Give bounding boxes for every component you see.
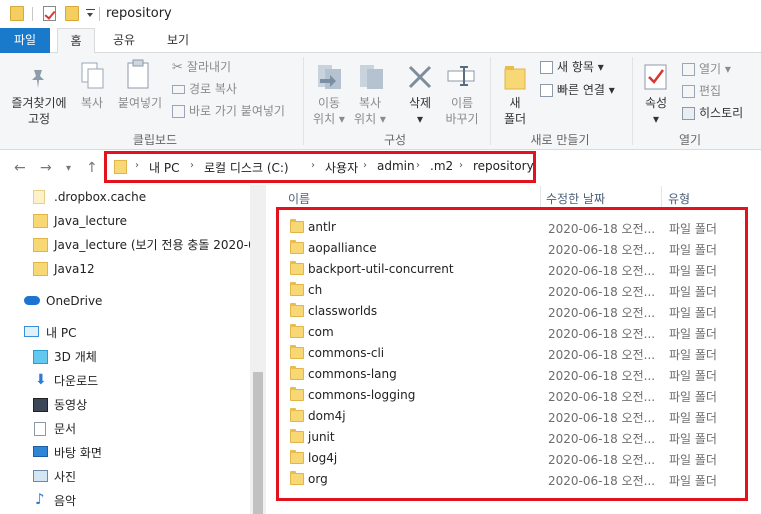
column-name[interactable]: 이름 — [288, 190, 310, 207]
pin-icon — [32, 70, 44, 88]
group-separator — [632, 57, 633, 145]
group-separator — [490, 57, 491, 145]
copy-to-icon — [360, 65, 383, 89]
path-icon — [172, 85, 185, 94]
tab-file[interactable]: 파일 — [0, 28, 50, 53]
delete-icon — [408, 65, 432, 89]
back-arrow-icon[interactable]: ← — [14, 160, 26, 176]
pictures-icon — [33, 470, 48, 482]
folder-icon — [114, 160, 127, 174]
highlight-box — [276, 207, 748, 501]
edit-icon — [682, 85, 695, 98]
column-headers: 이름 수정한 날짜 유형 — [282, 186, 761, 208]
crumb-m2[interactable]: .m2 — [430, 159, 453, 173]
edit-button[interactable]: 편집 — [682, 83, 721, 99]
breadcrumb-chevron-icon[interactable]: › — [190, 160, 194, 171]
easy-access-button[interactable]: 빠른 연결 ▾ — [540, 82, 615, 98]
group-separator — [303, 57, 304, 145]
title-bar: repository — [0, 0, 761, 28]
breadcrumb-chevron-icon[interactable]: › — [416, 160, 420, 171]
download-icon: ⬇ — [35, 372, 47, 388]
organize-group-label: 구성 — [383, 133, 407, 147]
new-item-icon — [540, 61, 553, 74]
column-divider[interactable] — [540, 186, 541, 208]
rename-button[interactable]: 이름 바꾸기 — [440, 95, 484, 127]
breadcrumb-chevron-icon[interactable]: › — [363, 160, 367, 171]
tab-home[interactable]: 홈 — [57, 28, 95, 54]
sync-folder-icon — [33, 238, 48, 252]
delete-button[interactable]: 삭제 ▾ — [403, 95, 437, 127]
address-bar[interactable]: › 내 PC › 로컬 디스크 (C:) › 사용자 › admin › .m2… — [104, 151, 536, 183]
crumb-this-pc[interactable]: 내 PC — [149, 159, 179, 176]
music-icon: ♪ — [35, 490, 45, 508]
new-item-button[interactable]: 새 항목 ▾ — [540, 59, 604, 75]
properties-check-icon[interactable] — [43, 6, 56, 21]
video-icon — [33, 398, 48, 412]
pin-to-quick-access-button[interactable]: 즐겨찾기에 고정 — [4, 95, 74, 127]
new-group-label: 새로 만들기 — [530, 133, 590, 147]
breadcrumb-chevron-icon[interactable]: › — [459, 160, 463, 171]
separator — [99, 7, 100, 21]
window-title: repository — [106, 6, 172, 21]
clipboard-group-label: 클립보드 — [132, 133, 178, 147]
history-icon — [682, 107, 695, 120]
open-button[interactable]: 열기 ▾ — [682, 61, 731, 77]
up-arrow-icon[interactable]: ↑ — [86, 160, 98, 176]
copy-icon — [81, 62, 104, 89]
scissors-icon: ✂ — [172, 60, 183, 75]
breadcrumb-chevron-icon[interactable]: › — [311, 160, 315, 171]
move-to-icon — [318, 65, 341, 89]
open-icon — [682, 63, 695, 76]
crumb-admin[interactable]: admin — [377, 159, 415, 173]
properties-button[interactable]: 속성 ▾ — [638, 95, 674, 127]
copy-path-button[interactable]: 경로 복사 — [172, 81, 237, 97]
folder-icon — [33, 190, 45, 204]
crumb-local-disk[interactable]: 로컬 디스크 (C:) — [204, 159, 289, 176]
open-group-label: 열기 — [678, 133, 702, 147]
shortcut-icon — [172, 105, 185, 118]
customize-toolbar-chevron-icon[interactable] — [86, 9, 95, 19]
column-divider[interactable] — [661, 186, 662, 208]
forward-arrow-icon[interactable]: → — [40, 160, 52, 176]
computer-icon — [24, 326, 39, 337]
copy-button[interactable]: 복사 — [76, 95, 108, 111]
paste-button[interactable]: 붙여넣기 — [112, 95, 168, 111]
document-icon — [34, 422, 46, 436]
crumb-users[interactable]: 사용자 — [325, 159, 358, 176]
sync-folder-icon — [33, 214, 48, 228]
copy-to-button[interactable]: 복사 위치 ▾ — [350, 95, 390, 127]
ribbon-tabs: 파일 홈 공유 보기 — [0, 28, 761, 54]
ribbon: 즐겨찾기에 고정 복사 붙여넣기 ✂ 잘라내기 경로 복사 바로 가기 붙여넣기 … — [0, 53, 761, 150]
new-folder-icon — [504, 66, 526, 90]
cut-button[interactable]: ✂ 잘라내기 — [172, 59, 231, 75]
column-date-modified[interactable]: 수정한 날짜 — [546, 190, 605, 207]
cube-icon — [33, 350, 48, 364]
breadcrumb-chevron-icon[interactable]: › — [135, 160, 139, 171]
folder-icon — [10, 6, 24, 21]
nav-scrollbar-thumb[interactable] — [253, 372, 263, 514]
recent-chevron-down-icon[interactable]: ▾ — [66, 163, 71, 174]
crumb-repository[interactable]: repository — [473, 159, 534, 173]
cloud-icon — [24, 296, 40, 305]
separator — [32, 7, 33, 21]
new-folder-button[interactable]: 새 폴더 — [497, 95, 533, 127]
breadcrumb: › 내 PC › 로컬 디스크 (C:) › 사용자 › admin › .m2… — [111, 157, 534, 177]
history-button[interactable]: 히스토리 — [682, 105, 743, 121]
easy-access-icon — [540, 84, 553, 97]
properties-icon — [644, 64, 667, 90]
tab-share[interactable]: 공유 — [104, 28, 144, 53]
sync-folder-icon — [33, 262, 48, 276]
new-folder-quick-icon[interactable] — [65, 6, 79, 21]
tab-view[interactable]: 보기 — [156, 28, 200, 53]
column-type[interactable]: 유형 — [668, 190, 690, 207]
paste-icon — [127, 59, 149, 89]
desktop-icon — [33, 446, 48, 457]
move-to-button[interactable]: 이동 위치 ▾ — [309, 95, 349, 127]
navigation-pane: .dropbox.cache Java_lecture Java_lecture… — [0, 185, 266, 514]
paste-shortcut-button[interactable]: 바로 가기 붙여넣기 — [172, 103, 285, 119]
rename-icon — [447, 66, 475, 86]
